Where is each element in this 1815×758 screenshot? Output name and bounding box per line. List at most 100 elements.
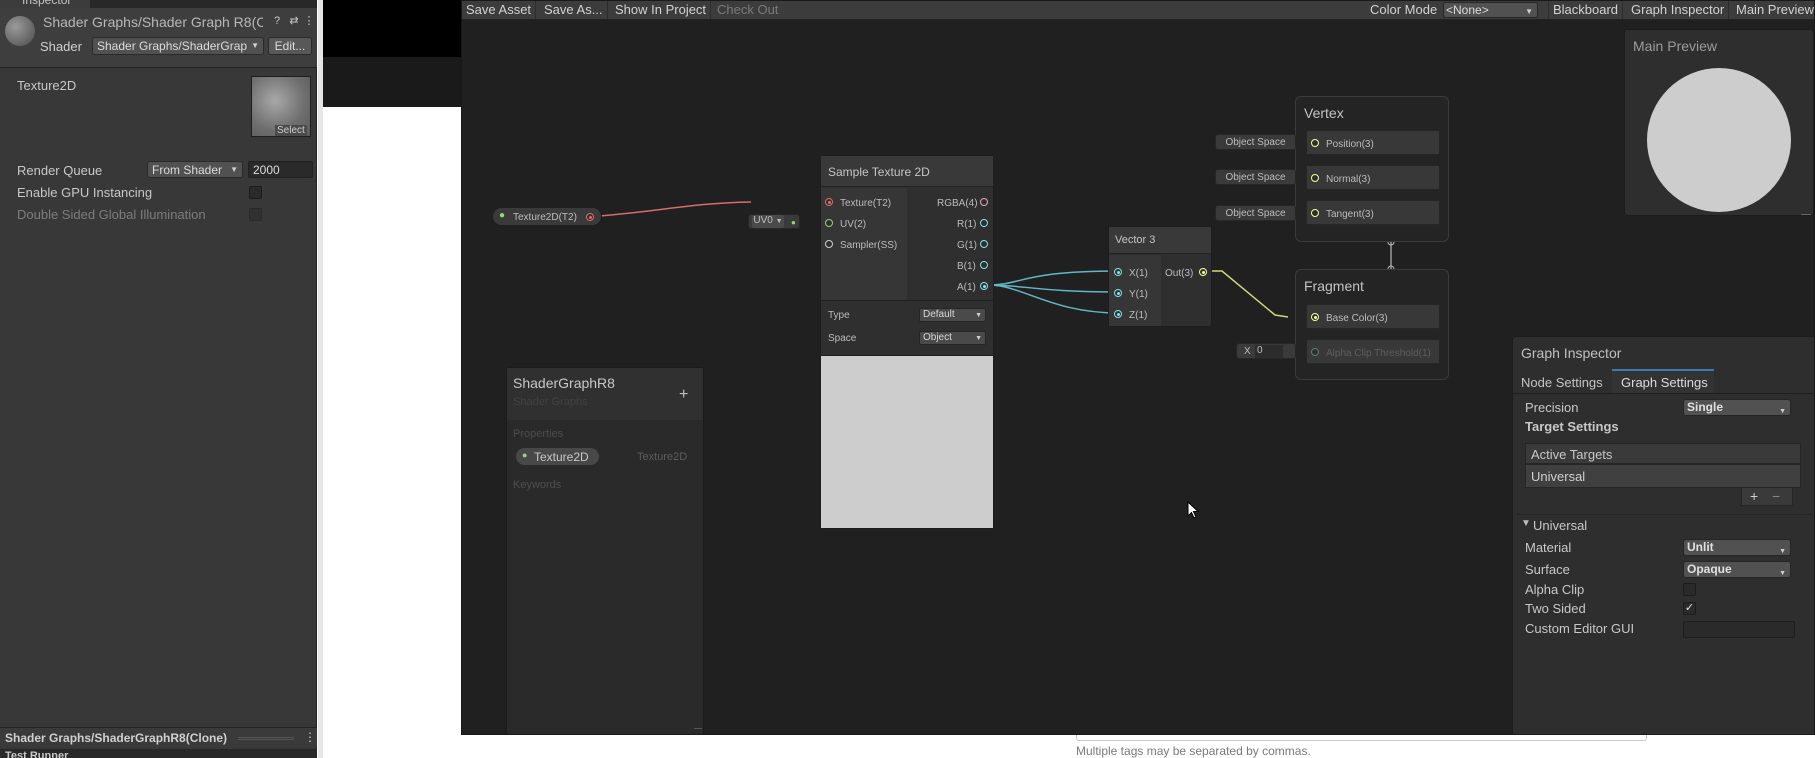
preset-icon[interactable]: ⇄ [287,14,301,28]
input-x-label: X(1) [1129,268,1148,279]
preview-sphere[interactable] [1647,68,1791,212]
tab-inspector[interactable]: Inspector [0,0,90,8]
output-g-label: G(1) [957,240,977,251]
texture-input-port[interactable] [825,198,833,206]
position-space-chip[interactable]: Object Space [1215,134,1296,150]
tags-hint: Multiple tags may be separated by commas… [1076,744,1311,758]
shader-graph-window: Save Asset Save As... Show In Project Ch… [461,0,1815,735]
surface-dropdown[interactable]: Opaque ▼ [1683,561,1791,578]
b-output-port[interactable] [980,261,988,269]
two-sided-checkbox[interactable]: ✓ [1683,602,1696,615]
render-queue-mode-dropdown[interactable]: From Shader ▼ [147,161,243,178]
panel-splitter[interactable] [318,0,323,758]
texture-select-button[interactable]: Select [275,125,307,136]
uv-channel-chip[interactable]: UV0 ▼ ● [748,214,800,229]
graph-inspector-title: Graph Inspector [1521,345,1622,361]
universal-section-label[interactable]: Universal [1533,518,1587,533]
page-background [318,107,461,758]
keywords-section-label: Keywords [513,479,562,491]
render-queue-mode-value: From Shader [152,163,223,177]
vertex-slot-tangent[interactable]: Tangent(3) [1306,200,1440,225]
normal-label: Normal(3) [1326,174,1371,185]
double-sided-gi-checkbox[interactable] [249,208,262,221]
fragment-title: Fragment [1304,278,1364,294]
edge-vector-to-basecolor [1209,270,1289,318]
z-input-port[interactable] [1114,310,1122,318]
footer-drag-handle[interactable] [238,737,294,740]
tab-graph-settings-label: Graph Settings [1621,375,1708,390]
vector3-title: Vector 3 [1115,234,1156,246]
remove-target-button[interactable]: − [1772,488,1780,504]
sampler-input-port[interactable] [825,240,833,248]
vector3-node[interactable]: Vector 3 X(1) Y(1) Z(1) Out(3) [1108,226,1212,327]
out-output-port[interactable] [1199,268,1207,276]
alpha-clip-value-chip[interactable]: X 0 [1236,343,1296,359]
type-dropdown[interactable]: Default ▼ [919,308,986,322]
render-queue-input[interactable]: 2000 [248,161,313,178]
footer-menu-icon[interactable]: ⋮ [304,730,316,744]
render-queue-label: Render Queue [17,163,103,178]
tangent-space-chip[interactable]: Object Space [1215,205,1296,221]
vertex-slot-position[interactable]: Position(3) [1306,130,1440,155]
vertex-slot-normal[interactable]: Normal(3) [1306,165,1440,190]
uv-input-port[interactable] [825,219,833,227]
x-field-input[interactable]: 0 [1255,345,1283,358]
gpu-instancing-checkbox[interactable] [249,186,262,199]
normal-input-port[interactable] [1311,174,1319,182]
tab-node-settings[interactable]: Node Settings [1521,375,1603,390]
footer-title: Shader Graphs/ShaderGraphR8(Clone) [5,731,228,745]
type-value: Default [923,309,955,320]
property-node-texture[interactable]: ● Texture2D(T2) [492,207,602,226]
y-input-port[interactable] [1114,289,1122,297]
mouse-cursor-icon [1187,501,1200,519]
g-output-port[interactable] [980,240,988,248]
space-value: Object [923,332,952,343]
blackboard-panel: ShaderGraphR8 Shader Graphs + Properties… [506,367,704,734]
input-sampler-label: Sampler(SS) [840,240,898,251]
two-sided-label: Two Sided [1525,601,1586,616]
fragment-context[interactable]: Fragment Base Color(3) Alpha Clip Thresh… [1295,269,1449,380]
add-target-button[interactable]: + [1750,488,1758,504]
help-icon[interactable]: ? [270,14,284,28]
material-dropdown[interactable]: Unlit ▼ [1683,539,1791,556]
normal-space-chip[interactable]: Object Space [1215,169,1296,185]
fragment-slot-basecolor[interactable]: Base Color(3) [1306,304,1440,329]
basecolor-label: Base Color(3) [1326,313,1388,324]
inspector-panel: Inspector Shader Graphs/Shader Graph R8(… [0,0,317,758]
edit-shader-button[interactable]: Edit... [268,37,312,55]
rgba-output-port[interactable] [980,198,988,206]
sample-texture-node[interactable]: Sample Texture 2D Texture(T2) UV(2) Samp… [820,155,994,529]
alpha-clip-checkbox[interactable] [1683,583,1696,596]
foldout-arrow-icon[interactable]: ▼ [1521,518,1531,529]
resize-handle[interactable] [694,728,702,729]
material-label: Material [1525,540,1572,555]
normal-space-label: Object Space [1225,172,1286,183]
add-property-button[interactable]: + [679,386,688,404]
custom-editor-input[interactable] [1683,621,1795,638]
graph-inspector-panel: Graph Inspector Node Settings Graph Sett… [1512,336,1814,734]
r-output-port[interactable] [980,219,988,227]
position-input-port[interactable] [1311,139,1319,147]
basecolor-input-port[interactable] [1311,313,1319,321]
space-dropdown[interactable]: Object ▼ [919,331,986,345]
input-texture-label: Texture(T2) [840,198,892,209]
tangent-input-port[interactable] [1311,209,1319,217]
precision-dropdown[interactable]: Single ▼ [1683,399,1791,416]
target-list-item[interactable]: Universal [1525,464,1801,488]
shader-dropdown[interactable]: Shader Graphs/ShaderGrap ▼ [92,37,264,55]
chevron-down-icon: ▼ [1779,408,1786,415]
x-input-port[interactable] [1114,268,1122,276]
fragment-slot-alphaclip[interactable]: Alpha Clip Threshold(1) [1306,339,1440,364]
uv-channel-dropdown[interactable]: UV0 ▼ [752,215,784,228]
a-output-port[interactable] [980,282,988,290]
alphaclip-input-port[interactable] [1311,348,1319,356]
node-divider [821,300,993,301]
custom-editor-label: Custom Editor GUI [1525,621,1635,636]
tab-test-runner[interactable]: Test Runner [5,750,68,758]
blackboard-property-pill[interactable]: ● Texture2D [515,447,600,466]
resize-handle[interactable] [1801,214,1811,215]
property-output-port[interactable] [586,213,594,221]
tags-input[interactable] [1076,735,1647,741]
more-menu-icon[interactable]: ⋮ [302,14,316,28]
vertex-context[interactable]: Vertex Position(3) Normal(3) Tangent(3) [1295,96,1449,242]
